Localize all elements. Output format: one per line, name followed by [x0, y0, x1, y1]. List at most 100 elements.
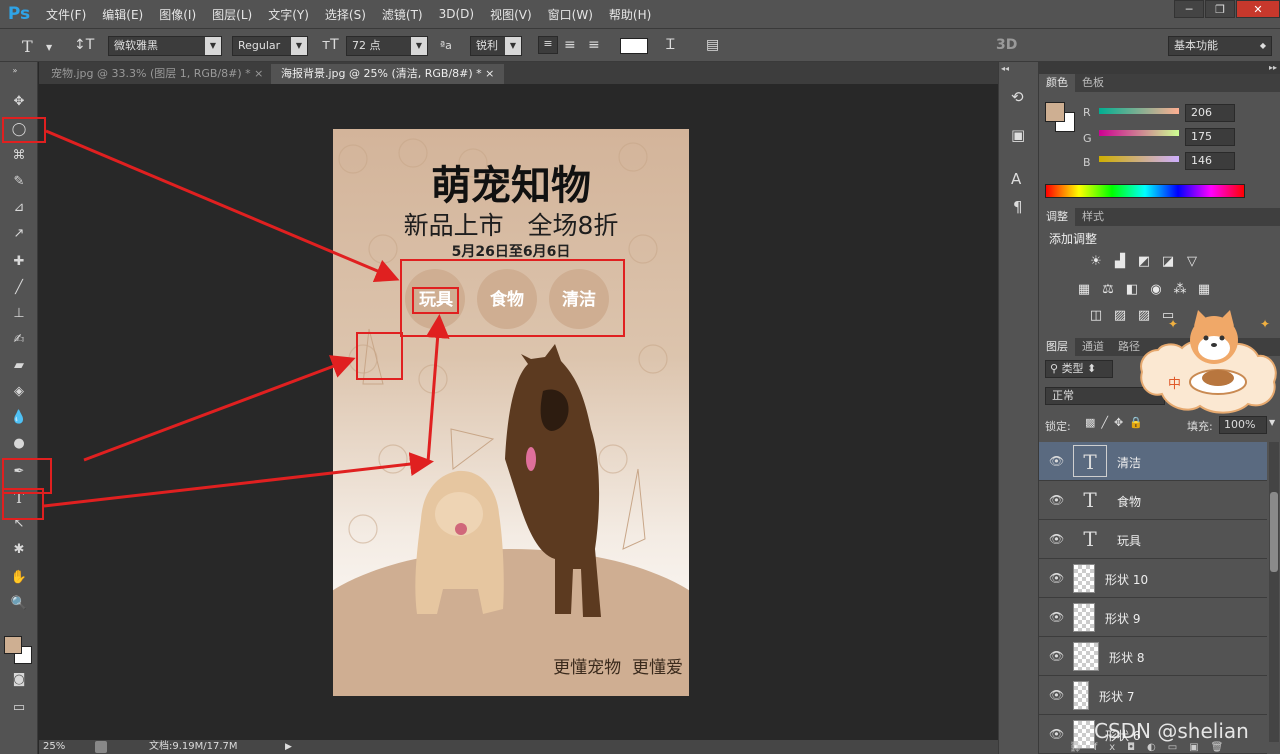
history-brush-tool-icon[interactable]: ✍	[8, 330, 30, 350]
layer-row[interactable]: 👁 形状 7	[1039, 676, 1267, 715]
visibility-eye-icon[interactable]: 👁	[1049, 532, 1064, 546]
collapse-icon[interactable]: ▸▸	[1039, 62, 1280, 74]
visibility-eye-icon[interactable]: 👁	[1049, 727, 1064, 741]
eyedropper-tool-icon[interactable]: ↗	[8, 224, 30, 244]
poster-canvas[interactable]: 萌宠知物 新品上市 全场8折 5月26日至6月6日 玩具 食物 清洁 更懂宠物 …	[333, 129, 689, 696]
layer-row[interactable]: 👁 T 玩具	[1039, 520, 1267, 559]
menu-edit[interactable]: 编辑(E)	[94, 6, 151, 23]
r-value-field[interactable]: 206	[1185, 104, 1235, 122]
blur-tool-icon[interactable]: 💧	[8, 408, 30, 428]
g-value-field[interactable]: 175	[1185, 128, 1235, 146]
font-style-select[interactable]: Regular ▼	[232, 36, 308, 56]
zoom-level[interactable]: 25%	[43, 740, 65, 754]
status-arrow-icon[interactable]: ▶	[285, 740, 292, 754]
b-value-field[interactable]: 146	[1185, 152, 1235, 170]
character-panel-icon[interactable]: ▤	[706, 37, 719, 53]
photo-filter-icon[interactable]: ◉	[1147, 282, 1165, 298]
properties-panel-icon[interactable]: ▣	[1011, 126, 1025, 144]
menu-3d[interactable]: 3D(D)	[431, 7, 482, 21]
quick-mask-icon[interactable]: ◙	[8, 670, 30, 690]
warp-text-icon[interactable]: Ꮖ	[666, 37, 675, 53]
menu-help[interactable]: 帮助(H)	[601, 6, 659, 23]
character-panel-icon[interactable]: A	[1011, 170, 1021, 188]
paint-bucket-tool-icon[interactable]: ◈	[8, 382, 30, 402]
tab-adjustments[interactable]: 调整	[1039, 208, 1075, 226]
menu-type[interactable]: 文字(Y)	[260, 6, 317, 23]
hue-saturation-icon[interactable]: ▦	[1075, 282, 1093, 298]
minimize-icon[interactable]: ─	[1174, 0, 1204, 18]
layer-row[interactable]: 👁 形状 9	[1039, 598, 1267, 637]
tab-poster-document[interactable]: 海报背景.jpg @ 25% (清洁, RGB/8#) * ×	[271, 64, 505, 84]
r-slider[interactable]	[1099, 108, 1179, 114]
b-slider[interactable]	[1099, 156, 1179, 162]
invert-icon[interactable]: ◫	[1087, 308, 1105, 324]
vibrance-icon[interactable]: ▽	[1183, 254, 1201, 270]
black-white-icon[interactable]: ◧	[1123, 282, 1141, 298]
tab-styles[interactable]: 样式	[1075, 208, 1111, 226]
tab-pet-document[interactable]: 宠物.jpg @ 33.3% (图层 1, RGB/8#) * ×	[41, 64, 274, 84]
align-center-icon[interactable]: ≡	[564, 37, 576, 53]
poster-subtitle[interactable]: 新品上市 全场8折	[333, 211, 689, 241]
history-panel-icon[interactable]: ⟲	[1011, 88, 1024, 106]
levels-icon[interactable]: ▟	[1111, 254, 1129, 270]
color-lookup-icon[interactable]: ▦	[1195, 282, 1213, 298]
visibility-eye-icon[interactable]: 👁	[1049, 493, 1064, 507]
clone-stamp-tool-icon[interactable]: ⊥	[8, 304, 30, 324]
close-icon[interactable]: ✕	[1236, 0, 1280, 18]
color-balance-icon[interactable]: ⚖	[1099, 282, 1117, 298]
polygonal-lasso-tool-icon[interactable]: ⌘	[8, 146, 30, 166]
font-size-select[interactable]: 72 点 ▼	[346, 36, 428, 56]
layer-name[interactable]: 食物	[1117, 493, 1141, 510]
text-color-swatch[interactable]	[620, 38, 648, 54]
g-slider[interactable]	[1099, 130, 1179, 136]
scrollbar-thumb[interactable]	[1270, 492, 1278, 572]
layer-name[interactable]: 形状 10	[1105, 571, 1148, 588]
color-foreground-swatch-front[interactable]	[1045, 102, 1065, 122]
layer-row[interactable]: 👁 形状 8	[1039, 637, 1267, 676]
antialias-select[interactable]: 锐利 ▼	[470, 36, 522, 56]
workspace-select[interactable]: 基本功能 ◆	[1168, 36, 1272, 56]
poster-title[interactable]: 萌宠知物	[333, 163, 689, 209]
hand-tool-icon[interactable]: ✋	[8, 568, 30, 588]
restore-icon[interactable]: ❐	[1205, 0, 1235, 18]
menu-file[interactable]: 文件(F)	[38, 6, 94, 23]
screen-mode-icon[interactable]: ▭	[8, 698, 30, 718]
posterize-icon[interactable]: ▨	[1111, 308, 1129, 324]
font-family-select[interactable]: 微软雅黑 ▼	[108, 36, 222, 56]
align-left-icon[interactable]: ≡	[538, 36, 558, 54]
layer-row[interactable]: 👁 T 清洁	[1039, 442, 1267, 481]
menu-filter[interactable]: 滤镜(T)	[374, 6, 431, 23]
layer-name[interactable]: 形状 9	[1105, 610, 1140, 627]
visibility-eye-icon[interactable]: 👁	[1049, 688, 1064, 702]
brush-tool-icon[interactable]: ╱	[8, 278, 30, 298]
layer-name[interactable]: 形状 8	[1109, 649, 1144, 666]
curves-icon[interactable]: ◩	[1135, 254, 1153, 270]
tab-color[interactable]: 颜色	[1039, 74, 1075, 92]
close-tab-icon[interactable]: ×	[485, 67, 494, 80]
eraser-tool-icon[interactable]: ▰	[8, 356, 30, 376]
foreground-color-swatch-top[interactable]	[4, 636, 22, 654]
layer-footer-icons[interactable]: ⛓fx◘◐▭▣🗑	[1069, 742, 1269, 754]
custom-shape-tool-icon[interactable]: ✱	[8, 540, 30, 560]
menu-view[interactable]: 视图(V)	[482, 6, 540, 23]
layers-scrollbar[interactable]	[1269, 442, 1279, 742]
align-right-icon[interactable]: ≡	[588, 37, 600, 53]
menu-layer[interactable]: 图层(L)	[204, 6, 260, 23]
visibility-eye-icon[interactable]: 👁	[1049, 571, 1064, 585]
color-spectrum-bar[interactable]	[1045, 184, 1245, 198]
layer-row[interactable]: 👁 形状 10	[1039, 559, 1267, 598]
layer-name[interactable]: 清洁	[1117, 454, 1141, 471]
healing-brush-tool-icon[interactable]: ✚	[8, 252, 30, 272]
text-orientation-icon[interactable]: ↕T	[74, 37, 94, 53]
visibility-eye-icon[interactable]: 👁	[1049, 454, 1064, 468]
layer-filter-select[interactable]: ⚲ 类型 ⬍	[1045, 360, 1113, 378]
brightness-icon[interactable]: ☀	[1087, 254, 1105, 270]
channel-mixer-icon[interactable]: ⁂	[1171, 282, 1189, 298]
collapse-icon[interactable]: »	[4, 66, 26, 76]
crop-tool-icon[interactable]: ⊿	[8, 198, 30, 218]
tab-layers[interactable]: 图层	[1039, 338, 1075, 356]
tab-swatches[interactable]: 色板	[1075, 74, 1111, 92]
menu-image[interactable]: 图像(I)	[151, 6, 204, 23]
layer-name[interactable]: 玩具	[1117, 532, 1141, 549]
visibility-eye-icon[interactable]: 👁	[1049, 649, 1064, 663]
